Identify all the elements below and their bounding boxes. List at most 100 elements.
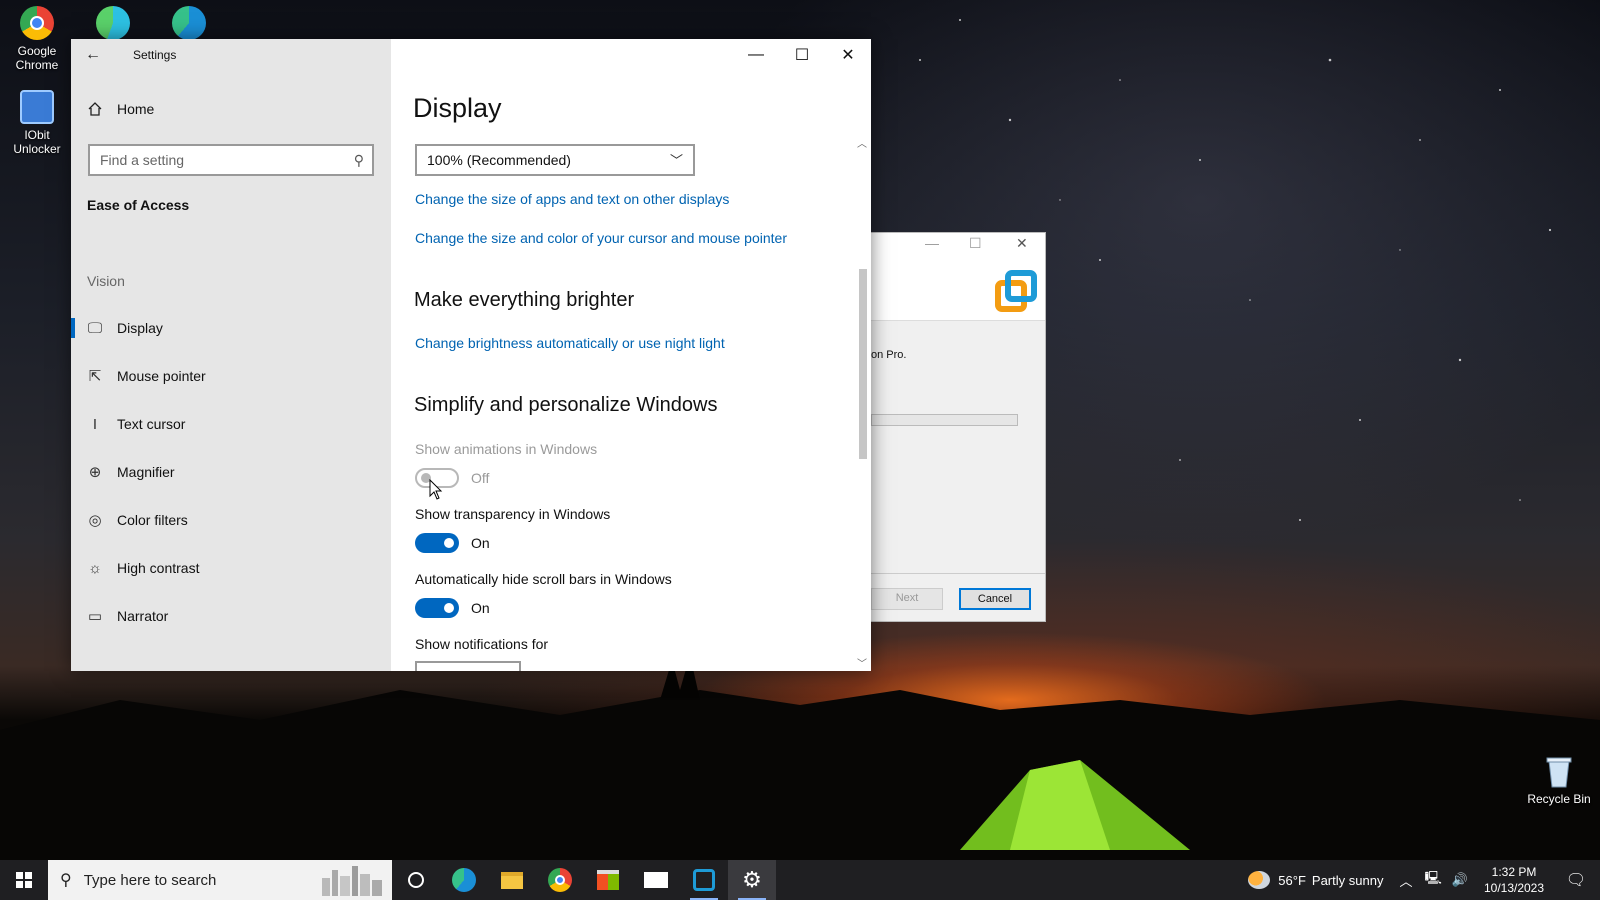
- home-icon: [88, 102, 102, 116]
- edge-icon: [96, 6, 130, 40]
- mouse-pointer-icon: ⇱: [88, 368, 102, 385]
- taskbar: ⚲ Type here to search ⚙ 56°F Partly sunn…: [0, 860, 1600, 900]
- settings-content: — ☐ ✕ Display 100% (Recommended) ﹀ Chang…: [391, 39, 871, 671]
- desktop-icon-label: Chrome: [15, 58, 59, 72]
- sidebar-item-text-cursor[interactable]: I Text cursor: [71, 404, 391, 444]
- scrollbars-toggle[interactable]: [415, 598, 459, 618]
- gear-icon: ⚙: [742, 867, 762, 892]
- narrator-icon: ▭: [87, 608, 103, 625]
- installer-icon: [693, 869, 715, 891]
- link-other-displays[interactable]: Change the size of apps and text on othe…: [415, 191, 729, 207]
- chevron-up-icon[interactable]: ︿: [1399, 871, 1412, 890]
- taskbar-mail[interactable]: [632, 860, 680, 900]
- heading-make-brighter: Make everything brighter: [414, 289, 635, 311]
- edge-icon: [452, 868, 476, 892]
- windows-logo-icon: [16, 872, 32, 888]
- maximize-button[interactable]: ☐: [779, 39, 825, 71]
- transparency-label: Show transparency in Windows: [415, 506, 611, 522]
- edge-icon: [172, 6, 206, 40]
- city-skyline-icon: [322, 866, 382, 896]
- taskbar-search-box[interactable]: ⚲ Type here to search: [48, 860, 392, 900]
- task-view-button[interactable]: [392, 860, 440, 900]
- maximize-icon[interactable]: ☐: [969, 235, 982, 252]
- scale-dropdown[interactable]: 100% (Recommended) ﹀: [415, 144, 695, 176]
- taskbar-installer[interactable]: [680, 860, 728, 900]
- find-setting-input[interactable]: Find a setting ⚲: [88, 144, 374, 176]
- desktop-icon-recycle-bin[interactable]: Recycle Bin: [1522, 755, 1596, 806]
- sidebar-item-label: Text cursor: [117, 416, 186, 432]
- installer-logo-icon: [995, 270, 1037, 312]
- sidebar-item-color-filters[interactable]: ◎ Color filters: [71, 500, 391, 540]
- cancel-button[interactable]: Cancel: [959, 588, 1031, 610]
- title-bar: ← Settings: [71, 39, 391, 71]
- sidebar-item-label: High contrast: [117, 560, 200, 576]
- chrome-icon: [548, 868, 572, 892]
- weather-temp[interactable]: 56°F: [1278, 873, 1306, 888]
- mail-icon: [644, 872, 668, 888]
- minimize-icon[interactable]: —: [925, 235, 939, 251]
- clock-date: 10/13/2023: [1483, 881, 1545, 895]
- sidebar-item-display[interactable]: 🖵 Display: [71, 308, 391, 348]
- recycle-bin-icon: [1546, 757, 1572, 788]
- weather-desc[interactable]: Partly sunny: [1312, 873, 1384, 888]
- taskbar-file-explorer[interactable]: [488, 860, 536, 900]
- link-brightness[interactable]: Change brightness automatically or use n…: [415, 335, 725, 351]
- desktop-icon-chrome[interactable]: Google Chrome: [2, 6, 72, 72]
- transparency-toggle[interactable]: [415, 533, 459, 553]
- search-placeholder: Find a setting: [100, 152, 185, 168]
- home-link[interactable]: Home: [87, 101, 154, 117]
- scrollbars-label: Automatically hide scroll bars in Window…: [415, 571, 672, 587]
- transparency-state: On: [471, 535, 490, 551]
- installer-header: — ☐ ✕: [871, 233, 1045, 321]
- sidebar-item-narrator[interactable]: ▭ Narrator: [71, 596, 391, 636]
- recycle-bin-label: Recycle Bin: [1527, 792, 1591, 806]
- desktop-icon-label: Google: [17, 44, 57, 58]
- monitor-icon: 🖵: [87, 319, 103, 337]
- desktop-icon-label: Unlocker: [13, 142, 61, 156]
- chevron-down-icon: ﹀: [669, 153, 683, 168]
- magnifier-icon: ⊕: [88, 464, 102, 481]
- scroll-up-icon[interactable]: ︿: [857, 135, 867, 150]
- notification-center-icon[interactable]: 🗨: [1552, 870, 1600, 890]
- close-button[interactable]: ✕: [825, 39, 871, 71]
- sidebar-item-mouse-pointer[interactable]: ⇱ Mouse pointer: [71, 356, 391, 396]
- system-tray: 56°F Partly sunny ︿ 🖳 🔊 1:32 PM 10/13/20…: [1248, 860, 1600, 900]
- installer-dialog: — ☐ ✕ on Pro. Next Cancel: [871, 232, 1046, 622]
- desktop-icon-iobit-unlocker[interactable]: IObit Unlocker: [2, 90, 72, 156]
- color-filters-icon: ◎: [88, 512, 102, 529]
- next-button[interactable]: Next: [871, 588, 943, 610]
- search-icon: ⚲: [60, 872, 72, 889]
- section-title: Ease of Access: [87, 197, 190, 213]
- content-scrollbar[interactable]: ︿ ﹀: [855, 135, 871, 671]
- sidebar-item-label: Mouse pointer: [117, 368, 206, 384]
- back-arrow-icon[interactable]: ←: [85, 46, 101, 64]
- sidebar-item-label: Color filters: [117, 512, 188, 528]
- weather-icon[interactable]: [1248, 871, 1271, 889]
- folder-icon: [501, 871, 523, 889]
- scroll-down-icon[interactable]: ﹀: [857, 655, 867, 670]
- taskbar-microsoft-store[interactable]: [584, 860, 632, 900]
- taskbar-edge[interactable]: [440, 860, 488, 900]
- notifications-dropdown[interactable]: [415, 661, 521, 671]
- taskbar-chrome[interactable]: [536, 860, 584, 900]
- scrollbar-thumb[interactable]: [859, 269, 867, 459]
- sidebar-item-magnifier[interactable]: ⊕ Magnifier: [71, 452, 391, 492]
- taskbar-clock[interactable]: 1:32 PM 10/13/2023: [1476, 864, 1552, 896]
- network-icon[interactable]: 🖳: [1424, 869, 1441, 891]
- volume-icon[interactable]: 🔊: [1452, 872, 1468, 888]
- minimize-button[interactable]: —: [733, 39, 779, 71]
- start-button[interactable]: [0, 860, 48, 900]
- sidebar-item-high-contrast[interactable]: ☼ High contrast: [71, 548, 391, 588]
- close-icon[interactable]: ✕: [1016, 235, 1028, 252]
- clock-time: 1:32 PM: [1491, 865, 1537, 879]
- chrome-icon: [20, 6, 54, 40]
- sidebar-item-label: Narrator: [117, 608, 169, 624]
- link-cursor-size[interactable]: Change the size and color of your cursor…: [415, 230, 787, 246]
- page-title: Display: [413, 93, 502, 123]
- installer-progress-bar: [871, 414, 1018, 426]
- home-label: Home: [117, 101, 155, 117]
- installer-body-text: on Pro.: [871, 349, 907, 361]
- animations-state: Off: [471, 470, 490, 486]
- taskbar-settings[interactable]: ⚙: [728, 860, 776, 900]
- heading-simplify: Simplify and personalize Windows: [414, 394, 718, 416]
